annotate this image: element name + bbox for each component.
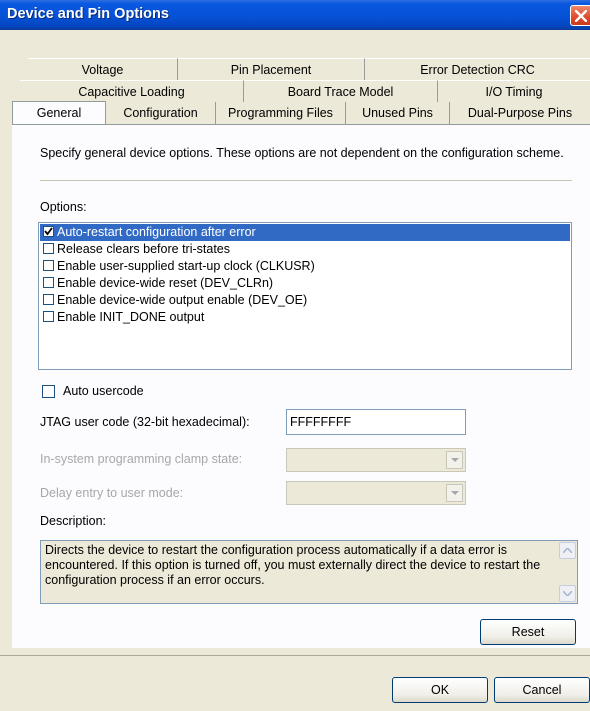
option-label: Enable user-supplied start-up clock (CLK… — [57, 259, 315, 273]
jtag-user-code-label: JTAG user code (32-bit hexadecimal): — [40, 415, 250, 429]
window-title: Device and Pin Options — [7, 6, 169, 22]
checkbox[interactable] — [43, 294, 54, 305]
option-device-wide-oe[interactable]: Enable device-wide output enable (DEV_OE… — [40, 292, 570, 309]
tab-board-trace-model[interactable]: Board Trace Model — [244, 80, 438, 102]
description-text: Directs the device to restart the config… — [45, 543, 541, 587]
checkmark-icon — [44, 227, 53, 236]
option-label: Enable INIT_DONE output — [57, 310, 205, 324]
isp-clamp-state-select[interactable] — [286, 448, 466, 472]
tab-configuration[interactable]: Configuration — [106, 102, 216, 124]
tab-voltage[interactable]: Voltage — [28, 58, 178, 80]
checkbox[interactable] — [43, 243, 54, 254]
cancel-button[interactable]: Cancel — [494, 677, 590, 703]
tab-capacitive-loading[interactable]: Capacitive Loading — [20, 80, 244, 102]
checkbox[interactable] — [43, 226, 54, 237]
auto-usercode-checkbox[interactable] — [42, 385, 55, 398]
isp-clamp-state-label: In-system programming clamp state: — [40, 452, 243, 466]
intro-text: Specify general device options. These op… — [40, 146, 564, 160]
option-label: Auto-restart configuration after error — [57, 225, 256, 239]
reset-button[interactable]: Reset — [480, 619, 576, 645]
option-init-done[interactable]: Enable INIT_DONE output — [40, 309, 570, 326]
tab-general[interactable]: General — [12, 101, 106, 125]
chevron-down-icon — [451, 491, 459, 495]
option-label: Enable device-wide reset (DEV_CLRn) — [57, 276, 274, 290]
tab-unused-pins[interactable]: Unused Pins — [346, 102, 450, 124]
footer-separator — [0, 655, 590, 656]
dropdown-button[interactable] — [446, 484, 463, 502]
jtag-user-code-input[interactable]: FFFFFFFF — [286, 409, 466, 435]
dropdown-button[interactable] — [446, 451, 463, 469]
description-label: Description: — [40, 514, 106, 528]
tab-dual-purpose-pins[interactable]: Dual-Purpose Pins — [450, 102, 590, 124]
tab-row-1: Voltage Pin Placement Error Detection CR… — [0, 58, 590, 80]
tab-io-timing[interactable]: I/O Timing — [438, 80, 590, 102]
close-button[interactable] — [570, 5, 590, 26]
tab-row-2: Capacitive Loading Board Trace Model I/O… — [0, 80, 590, 102]
option-enable-clkusr[interactable]: Enable user-supplied start-up clock (CLK… — [40, 258, 570, 275]
title-bar[interactable]: Device and Pin Options — [0, 0, 590, 30]
option-auto-restart[interactable]: Auto-restart configuration after error — [40, 224, 570, 241]
description-box[interactable]: Directs the device to restart the config… — [40, 540, 578, 604]
options-label: Options: — [40, 200, 87, 214]
checkbox[interactable] — [43, 277, 54, 288]
checkbox[interactable] — [43, 311, 54, 322]
ok-button[interactable]: OK — [392, 677, 488, 703]
auto-usercode-label: Auto usercode — [63, 384, 144, 398]
option-release-clears[interactable]: Release clears before tri-states — [40, 241, 570, 258]
options-list[interactable]: Auto-restart configuration after error R… — [38, 222, 572, 370]
tab-pin-placement[interactable]: Pin Placement — [178, 58, 365, 80]
tab-programming-files[interactable]: Programming Files — [216, 102, 346, 124]
delay-entry-label: Delay entry to user mode: — [40, 486, 184, 500]
description-scrollbar[interactable] — [559, 542, 576, 602]
chevron-up-icon — [563, 548, 572, 553]
delay-entry-select[interactable] — [286, 481, 466, 505]
close-icon — [575, 10, 587, 22]
option-device-wide-reset[interactable]: Enable device-wide reset (DEV_CLRn) — [40, 275, 570, 292]
chevron-down-icon — [451, 458, 459, 462]
tab-row-3: General Configuration Programming Files … — [0, 101, 590, 125]
scroll-down-button[interactable] — [559, 585, 576, 602]
scroll-up-button[interactable] — [559, 542, 576, 559]
device-and-pin-options-dialog: Device and Pin Options Voltage Pin Place… — [0, 0, 590, 711]
divider — [40, 180, 572, 181]
option-label: Release clears before tri-states — [57, 242, 230, 256]
chevron-down-icon — [563, 591, 572, 596]
checkbox[interactable] — [43, 260, 54, 271]
tab-error-detection-crc[interactable]: Error Detection CRC — [365, 58, 590, 80]
option-label: Enable device-wide output enable (DEV_OE… — [57, 293, 308, 307]
